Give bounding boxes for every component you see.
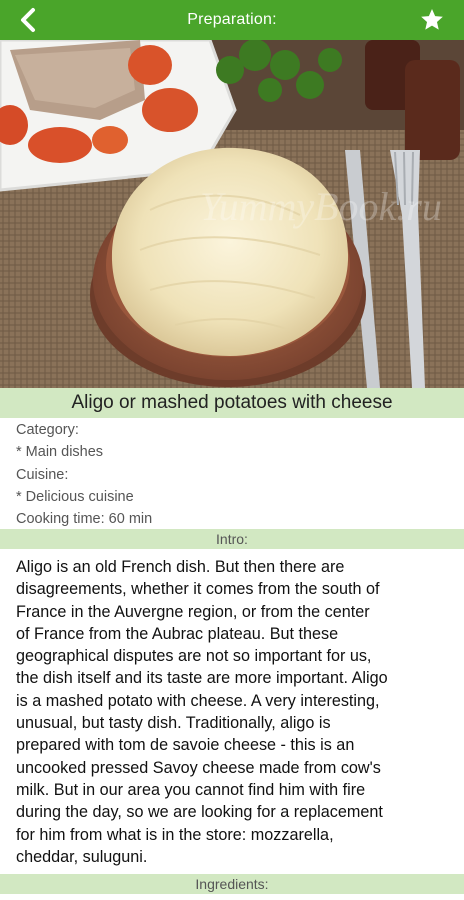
screen-title: Preparation: <box>187 11 277 28</box>
category-value[interactable]: * Main dishes <box>16 441 456 463</box>
intro-text: Aligo is an old French dish. But then th… <box>16 556 462 868</box>
intro-line: geographical disputes are not so importa… <box>16 647 372 666</box>
intro-line: during the day, so we are looking for a … <box>16 803 383 822</box>
intro-line: unusual, but tasty dish. Traditionally, … <box>16 714 331 733</box>
intro-line: disagreements, whether it comes from the… <box>16 580 380 599</box>
intro-line: cheddar, suluguni. <box>16 847 148 866</box>
recipe-title: Aligo or mashed potatoes with cheese <box>0 388 464 418</box>
intro-line: prepared with tom de savoie cheese - thi… <box>16 736 355 755</box>
intro-line: France in the Auvergne region, or from t… <box>16 602 370 621</box>
intro-line: of France from the Aubrac plateau. But t… <box>16 624 339 643</box>
photo-watermark: YummyBook.ru <box>200 184 442 229</box>
app-header: Preparation: <box>0 0 464 40</box>
recipe-photo: YummyBook.ru <box>0 40 464 388</box>
intro-line: for him from what is in the store: mozza… <box>16 825 334 844</box>
intro-line: is a mashed potato with cheese. A very i… <box>16 691 380 710</box>
intro-line: uncooked pressed Savoy cheese made from … <box>16 758 381 777</box>
ingredients-section-header: Ingredients: <box>0 874 464 894</box>
intro-section-header: Intro: <box>0 529 464 549</box>
category-label: Category: <box>16 422 79 438</box>
back-arrow-icon[interactable] <box>14 6 42 34</box>
intro-line: Aligo is an old French dish. But then th… <box>16 558 345 576</box>
cuisine-value[interactable]: * Delicious cuisine <box>16 486 456 508</box>
cuisine-label: Cuisine: <box>16 466 69 483</box>
intro-line: milk. But in our area you cannot find hi… <box>16 780 366 799</box>
cooking-time: Cooking time: 60 min <box>16 511 153 528</box>
star-icon[interactable] <box>418 6 446 34</box>
recipe-meta: Category: * Main dishes Cuisine: * Delic… <box>16 419 456 530</box>
intro-line: the dish itself and its taste are more i… <box>16 669 388 688</box>
